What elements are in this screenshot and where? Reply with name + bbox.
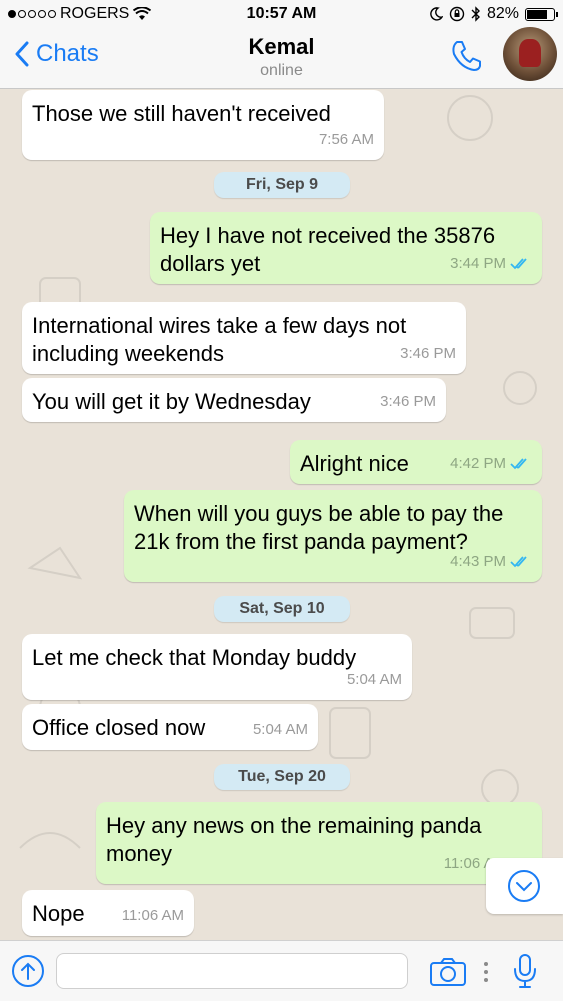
scroll-down-button[interactable] xyxy=(486,858,563,914)
message-time-text: 3:46 PM xyxy=(400,345,456,362)
outgoing-message[interactable]: Alright nice 4:42 PM xyxy=(290,440,542,484)
avatar[interactable] xyxy=(503,27,557,81)
phone-icon[interactable] xyxy=(448,38,484,74)
message-text: Hey I have not received the 35876 dollar… xyxy=(160,223,496,276)
bluetooth-icon xyxy=(471,6,480,22)
camera-icon[interactable] xyxy=(429,957,467,987)
message-time: 5:04 AM xyxy=(347,666,402,694)
message-time: 3:44 PM xyxy=(450,250,532,278)
status-icons: 82% xyxy=(429,5,558,23)
message-list[interactable]: Those we still haven't received 7:56 AM Fr… xyxy=(0,88,563,940)
message-time: 5:04 AM xyxy=(253,716,308,744)
outgoing-message[interactable]: Hey any news on the remaining panda mone… xyxy=(96,802,542,884)
date-separator: Fri, Sep 9 xyxy=(214,172,350,198)
incoming-message[interactable]: Office closed now 5:04 AM xyxy=(22,704,318,750)
incoming-message[interactable]: Let me check that Monday buddy 5:04 AM xyxy=(22,634,412,700)
message-time-text: 3:44 PM xyxy=(450,255,506,272)
message-text: Let me check that Monday buddy xyxy=(32,645,357,670)
double-check-icon xyxy=(510,556,527,568)
message-text: You will get it by Wednesday xyxy=(32,389,311,414)
double-check-icon xyxy=(510,458,527,470)
share-icon[interactable] xyxy=(11,954,45,988)
message-text: Office closed now xyxy=(32,715,206,740)
incoming-message[interactable]: Nope 11:06 AM xyxy=(22,890,194,936)
message-text: Alright nice xyxy=(300,451,409,476)
message-time: 11:06 AM xyxy=(122,902,184,930)
message-time: 3:46 PM xyxy=(380,388,436,416)
incoming-message[interactable]: Those we still haven't received 7:56 AM xyxy=(22,90,384,160)
message-time: 4:42 PM xyxy=(450,450,532,478)
message-time-text: 5:04 AM xyxy=(346,671,402,688)
message-text: Those we still haven't received xyxy=(32,101,331,126)
microphone-icon[interactable] xyxy=(512,953,538,989)
incoming-message[interactable]: You will get it by Wednesday 3:46 PM xyxy=(22,378,446,422)
message-time: 3:46 PM xyxy=(400,340,456,368)
message-time-text: 4:43 PM xyxy=(450,553,506,570)
more-icon[interactable] xyxy=(482,961,490,983)
message-time-text: 5:04 AM xyxy=(252,721,308,738)
message-text: When will you guys be able to pay the 21… xyxy=(134,501,504,554)
message-input-bar xyxy=(0,940,563,1001)
status-bar: ROGERS 10:57 AM 82% xyxy=(0,0,563,30)
message-time: 4:43 PM xyxy=(450,548,532,576)
moon-icon xyxy=(430,7,443,21)
message-text: Nope xyxy=(32,901,85,926)
message-input[interactable] xyxy=(56,953,408,989)
message-time-text: 3:46 PM xyxy=(380,393,436,410)
message-text: International wires take a few days not … xyxy=(32,313,407,366)
message-time-text: 11:06 AM xyxy=(121,907,184,924)
battery-percent: 82% xyxy=(486,5,519,22)
chat-header: Chats Kemal online xyxy=(0,27,563,89)
incoming-message[interactable]: International wires take a few days not … xyxy=(22,302,466,374)
double-check-icon xyxy=(510,258,527,270)
battery-icon xyxy=(525,7,558,21)
date-separator: Sat, Sep 10 xyxy=(214,596,350,622)
outgoing-message[interactable]: When will you guys be able to pay the 21… xyxy=(124,490,542,582)
message-text: Hey any news on the remaining panda mone… xyxy=(106,813,482,866)
outgoing-message[interactable]: Hey I have not received the 35876 dollar… xyxy=(150,212,542,284)
message-time: 7:56 AM xyxy=(319,126,374,154)
date-separator: Tue, Sep 20 xyxy=(214,764,350,790)
orientation-lock-icon xyxy=(449,6,465,22)
message-time-text: 4:42 PM xyxy=(450,455,506,472)
message-time-text: 7:56 AM xyxy=(318,131,374,148)
scroll-down-icon xyxy=(508,870,540,902)
